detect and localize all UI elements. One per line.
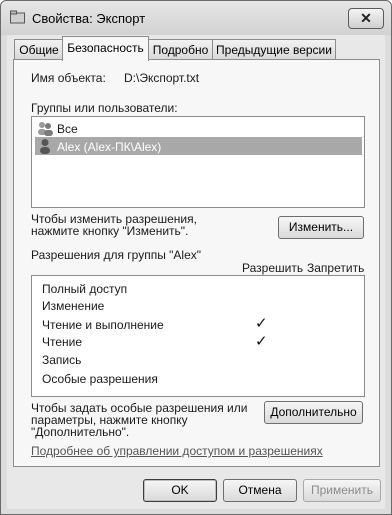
tab-general-label: Общие xyxy=(19,43,59,57)
permissions-label: Разрешения для группы "Alex" xyxy=(31,248,202,262)
permission-write: Запись xyxy=(42,353,82,367)
tab-previous-versions[interactable]: Предыдущие версии xyxy=(212,39,336,60)
permission-read-execute: Чтение и выполнение xyxy=(42,318,164,332)
advanced-hint: Чтобы задать особые разрешения или парам… xyxy=(31,401,248,439)
group-item-alex[interactable]: Alex (Alex-ПК\Alex) xyxy=(35,137,362,155)
apply-button[interactable]: Применить xyxy=(303,479,381,502)
cancel-button[interactable]: Отмена xyxy=(223,479,297,502)
close-icon: ✕ xyxy=(360,10,372,26)
access-control-help-link[interactable]: Подробнее об управлении доступом и разре… xyxy=(31,444,323,458)
tab-details[interactable]: Подробно xyxy=(148,39,213,60)
advanced-button[interactable]: Дополнительно xyxy=(264,401,363,424)
permission-full-control: Полный доступ xyxy=(42,282,128,296)
tab-security[interactable]: Безопасность xyxy=(62,36,149,61)
change-button[interactable]: Изменить... xyxy=(278,216,364,239)
folder-icon xyxy=(10,10,25,24)
object-name-value: D:\Экспорт.txt xyxy=(124,71,200,85)
permission-read: Чтение xyxy=(42,335,83,349)
close-button[interactable]: ✕ xyxy=(348,8,384,29)
title-bar[interactable]: Свойства: Экспорт ✕ xyxy=(1,1,391,35)
group-item-everyone[interactable]: Все xyxy=(35,120,359,137)
group-item-alex-label: Alex (Alex-ПК\Alex) xyxy=(57,140,162,154)
groups-list[interactable]: Все Alex (Alex-ПК\Alex) xyxy=(31,116,365,208)
allow-read-execute-check-icon: ✓ xyxy=(255,315,268,332)
tab-general[interactable]: Общие xyxy=(14,39,64,60)
group-item-everyone-label: Все xyxy=(57,122,78,136)
permissions-list[interactable]: Полный доступ Изменение Чтение и выполне… xyxy=(31,275,365,397)
tab-security-label: Безопасность xyxy=(67,41,144,55)
object-name-label: Имя объекта: xyxy=(31,71,106,85)
permission-modify: Изменение xyxy=(42,299,105,313)
deny-column-header: Запретить xyxy=(307,261,365,275)
ok-button[interactable]: OK xyxy=(143,479,217,502)
groups-label: Группы или пользователи: xyxy=(31,101,178,115)
user-icon xyxy=(40,139,50,154)
change-hint: Чтобы изменить разрешения, нажмите кнопк… xyxy=(31,212,197,238)
window-title: Свойства: Экспорт xyxy=(32,11,146,26)
allow-read-check-icon: ✓ xyxy=(255,333,268,350)
users-group-icon xyxy=(38,122,53,136)
tab-previous-versions-label: Предыдущие версии xyxy=(216,43,332,57)
permission-special: Особые разрешения xyxy=(42,372,158,386)
allow-column-header: Разрешить xyxy=(242,261,304,275)
tab-details-label: Подробно xyxy=(152,43,209,57)
properties-window: Свойства: Экспорт ✕ Общие Безопасность П… xyxy=(0,0,392,515)
